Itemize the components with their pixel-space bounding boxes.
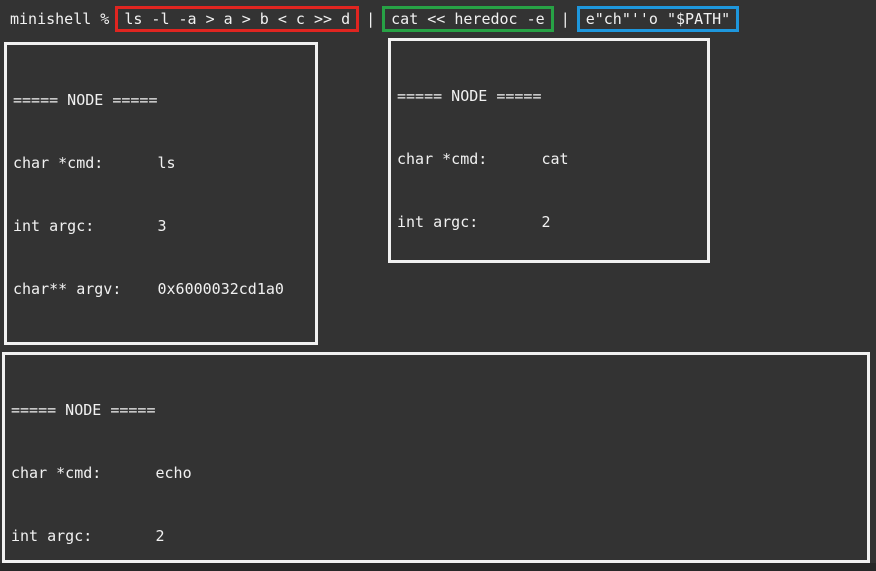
node-header: ===== NODE ===== <box>13 90 309 111</box>
pipe-separator: | <box>366 10 375 28</box>
shell-prompt: minishell % <box>10 10 109 28</box>
node-card-cat: ===== NODE ===== char *cmd: cat int argc… <box>388 38 710 263</box>
node-line: char *cmd: ls <box>13 153 309 174</box>
node-header: ===== NODE ===== <box>397 86 701 107</box>
command-line[interactable]: minishell % ls -l -a > a > b < c >> d | … <box>10 3 739 34</box>
node-line: char *cmd: cat <box>397 149 701 170</box>
node-line: int argc: 2 <box>397 212 701 233</box>
node-header: ===== NODE ===== <box>11 400 861 421</box>
command-segment-cat: cat << heredoc -e <box>382 6 554 32</box>
node-line: -> [ls] <box>13 342 309 345</box>
command-segment-ls: ls -l -a > a > b < c >> d <box>115 6 359 32</box>
command-segment-echo: e"ch"''o "$PATH" <box>577 6 740 32</box>
pipe-separator: | <box>561 10 570 28</box>
node-card-ls: ===== NODE ===== char *cmd: ls int argc:… <box>4 42 318 345</box>
node-line: int argc: 2 <box>11 526 861 547</box>
node-card-echo: ===== NODE ===== char *cmd: echo int arg… <box>2 352 870 563</box>
node-line: char** argv: 0x6000032cd1a0 <box>13 279 309 300</box>
node-line: char *cmd: echo <box>11 463 861 484</box>
window-bottom-edge <box>0 563 876 571</box>
node-line: int argc: 3 <box>13 216 309 237</box>
